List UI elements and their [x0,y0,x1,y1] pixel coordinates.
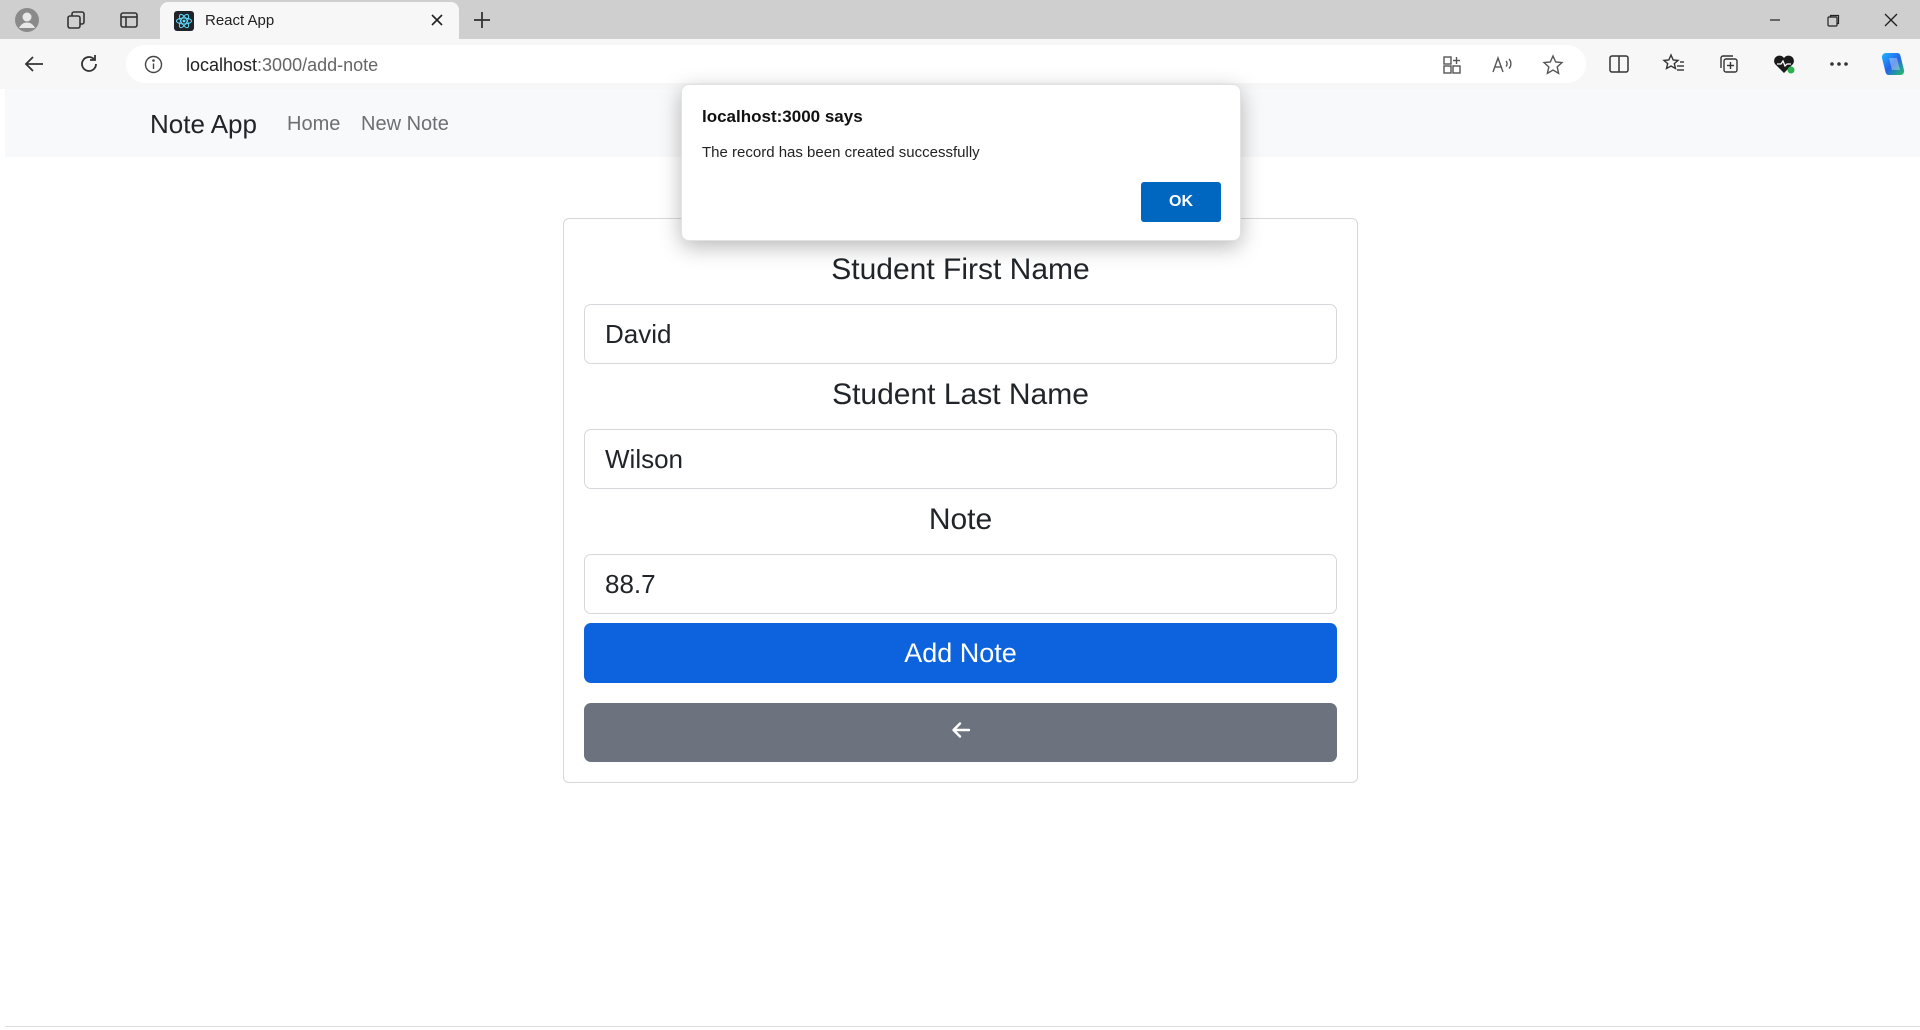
tab-title: React App [205,12,275,29]
restore-icon[interactable] [1813,4,1853,36]
note-input[interactable] [584,554,1337,614]
split-screen-icon[interactable] [1603,48,1635,80]
site-info-icon[interactable] [144,55,163,74]
note-label: Note [928,503,993,536]
nav-link-new-note[interactable]: New Note [361,113,449,136]
collections-icon[interactable] [1713,48,1745,80]
back-button[interactable] [584,703,1337,762]
favorites-icon[interactable] [1658,48,1690,80]
read-aloud-icon[interactable] [1489,52,1515,78]
browser-toolbar: localhost:3000/add-note [0,39,1920,89]
browser-tab-strip: React App [0,0,1920,39]
new-tab-icon[interactable] [468,6,496,34]
browser-essentials-icon[interactable] [1768,48,1800,80]
profile-icon[interactable] [14,7,40,33]
refresh-icon[interactable] [73,48,105,80]
dialog-message: The record has been created successfully [702,144,980,161]
last-name-label: Student Last Name [832,378,1089,411]
vertical-tabs-icon[interactable] [116,7,142,33]
first-name-label: Student First Name [831,253,1090,286]
add-note-button[interactable]: Add Note [584,623,1337,683]
first-name-input[interactable] [584,304,1337,364]
add-note-form-card: Student First Name Student Last Name Not… [563,218,1358,783]
copilot-icon[interactable] [1877,48,1909,80]
close-tab-icon[interactable] [425,8,449,32]
address-bar[interactable]: localhost:3000/add-note [126,45,1586,83]
last-name-input[interactable] [584,429,1337,489]
react-icon [174,11,194,31]
alert-dialog: localhost:3000 says The record has been … [681,84,1241,241]
close-window-icon[interactable] [1871,4,1911,36]
active-tab[interactable]: React App [160,2,459,39]
nav-link-home[interactable]: Home [287,113,340,136]
more-options-icon[interactable] [1823,48,1855,80]
navbar-brand[interactable]: Note App [150,109,257,140]
favorite-star-icon[interactable] [1540,52,1566,78]
workspaces-icon[interactable] [63,7,89,33]
arrow-left-icon [951,721,971,744]
url-text[interactable]: localhost:3000/add-note [186,55,378,76]
dialog-title: localhost:3000 says [702,107,863,126]
back-icon[interactable] [18,48,50,80]
minimize-icon[interactable] [1755,4,1795,36]
dialog-ok-button[interactable]: OK [1141,182,1221,222]
app-available-icon[interactable] [1439,52,1465,78]
